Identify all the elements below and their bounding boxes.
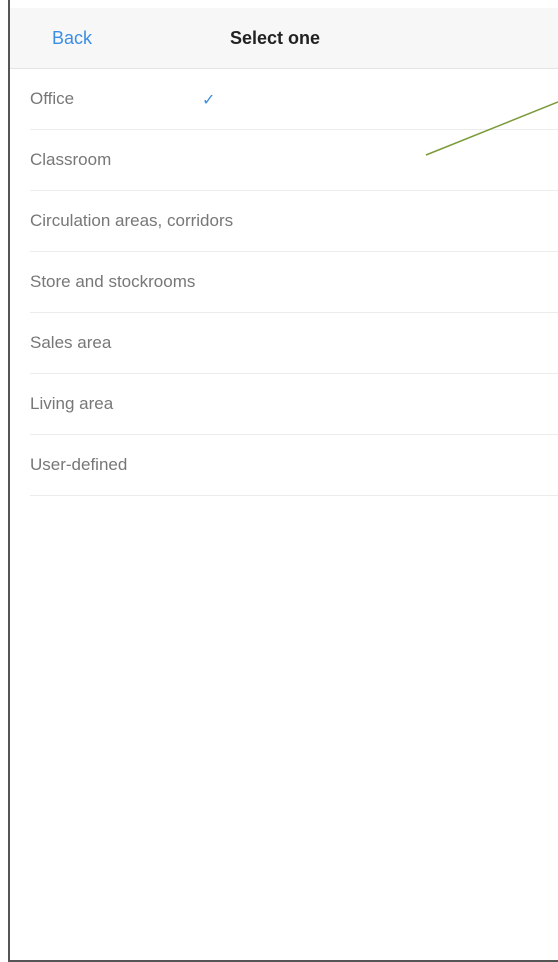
- navigation-bar: Back Select one: [10, 8, 558, 69]
- list-item-label: Office: [30, 89, 75, 108]
- checkmark-icon: ✓: [202, 92, 216, 109]
- list-item-office[interactable]: Office ✓: [30, 69, 558, 130]
- list-item-store-and-stockrooms[interactable]: Store and stockrooms: [30, 252, 558, 313]
- list-item-sales-area[interactable]: Sales area: [30, 313, 558, 374]
- list-item-label: Circulation areas, corridors: [30, 211, 234, 230]
- list-item-user-defined[interactable]: User-defined: [30, 435, 558, 496]
- page-title: Select one: [230, 28, 321, 48]
- back-button[interactable]: Back: [52, 8, 92, 68]
- list-item-label: Store and stockrooms: [30, 272, 196, 291]
- list-item-classroom[interactable]: Classroom: [30, 130, 558, 191]
- list-item-label: User-defined: [30, 455, 128, 474]
- list-item-label: Classroom: [30, 150, 112, 169]
- device-frame-left: [0, 0, 10, 962]
- status-bar: [10, 0, 558, 8]
- list-item-living-area[interactable]: Living area: [30, 374, 558, 435]
- screen: Back Select one Office ✓ Classroom Circu…: [10, 0, 558, 960]
- list-item-label: Sales area: [30, 333, 112, 352]
- option-list: Office ✓ Classroom Circulation areas, co…: [30, 69, 558, 496]
- list-item-label: Living area: [30, 394, 114, 413]
- list-item-circulation-areas[interactable]: Circulation areas, corridors: [30, 191, 558, 252]
